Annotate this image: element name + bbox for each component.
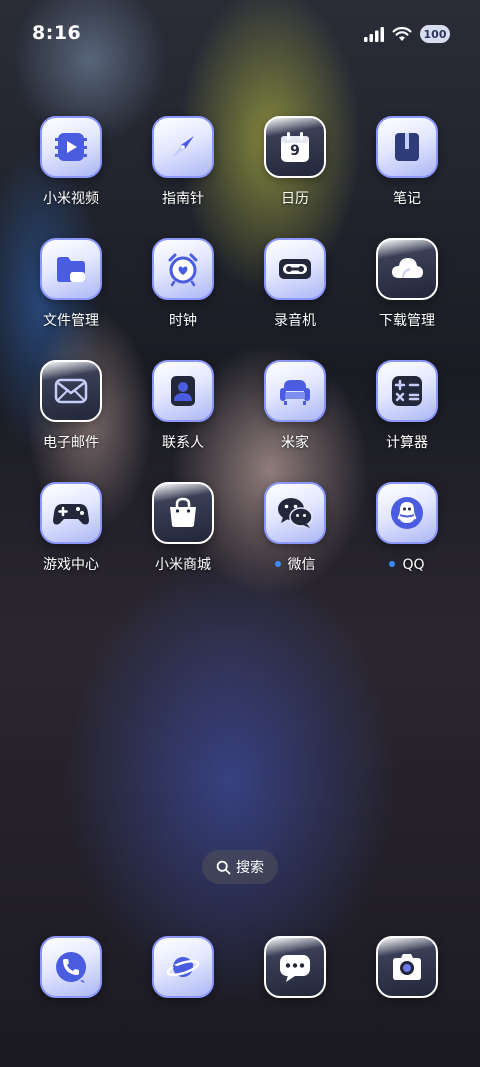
app-label: 计算器 xyxy=(386,435,428,451)
app-mijia[interactable]: 米家 xyxy=(240,360,350,452)
app-label: 联系人 xyxy=(162,435,204,451)
app-label: QQ xyxy=(352,556,462,574)
app-calendar[interactable]: 9 日历 xyxy=(240,116,350,208)
app-calculator[interactable]: 计算器 xyxy=(352,360,462,452)
app-label: 下载管理 xyxy=(379,313,435,329)
alarm-clock-icon xyxy=(152,238,214,300)
shopping-bag-icon xyxy=(152,482,214,544)
cloud-icon xyxy=(376,238,438,300)
cassette-recorder-icon xyxy=(264,238,326,300)
signal-icon xyxy=(364,26,384,42)
app-notes[interactable]: 笔记 xyxy=(352,116,462,208)
app-game-center[interactable]: 游戏中心 xyxy=(16,482,126,574)
app-mi-store[interactable]: 小米商城 xyxy=(128,482,238,574)
dock-browser[interactable] xyxy=(128,936,238,998)
app-label: 小米商城 xyxy=(155,557,211,573)
message-icon xyxy=(264,936,326,998)
app-file-manager[interactable]: 文件管理 xyxy=(16,238,126,330)
app-label: 微信 xyxy=(240,556,350,574)
app-download-manager[interactable]: 下载管理 xyxy=(352,238,462,330)
dock-messages[interactable] xyxy=(240,936,350,998)
status-icons: 100 xyxy=(364,22,450,46)
notification-dot xyxy=(389,561,396,567)
video-play-icon xyxy=(40,116,102,178)
notebook-icon xyxy=(376,116,438,178)
app-wechat[interactable]: 微信 xyxy=(240,482,350,574)
dock-phone[interactable] xyxy=(16,936,126,998)
app-label: 小米视频 xyxy=(43,191,99,207)
search-button[interactable]: 搜索 xyxy=(202,850,278,884)
app-recorder[interactable]: 录音机 xyxy=(240,238,350,330)
app-label: 电子邮件 xyxy=(43,435,99,451)
app-label: 文件管理 xyxy=(43,313,99,329)
app-compass[interactable]: 指南针 xyxy=(128,116,238,208)
app-label-text: QQ xyxy=(402,557,425,573)
planet-browser-icon xyxy=(152,936,214,998)
folder-icon xyxy=(40,238,102,300)
status-bar: 8:16 100 xyxy=(0,0,480,68)
camera-icon xyxy=(376,936,438,998)
app-email[interactable]: 电子邮件 xyxy=(16,360,126,452)
envelope-icon xyxy=(40,360,102,422)
app-contacts[interactable]: 联系人 xyxy=(128,360,238,452)
app-label: 日历 xyxy=(281,191,309,207)
battery-icon: 100 xyxy=(420,25,450,43)
app-label: 笔记 xyxy=(393,191,421,207)
search-icon xyxy=(216,860,231,875)
gamepad-icon xyxy=(40,482,102,544)
notification-dot xyxy=(274,561,281,567)
compass-icon xyxy=(152,116,214,178)
app-label-text: 微信 xyxy=(287,557,316,573)
calendar-icon: 9 xyxy=(264,116,326,178)
app-mi-video[interactable]: 小米视频 xyxy=(16,116,126,208)
app-label: 指南针 xyxy=(162,191,204,207)
wifi-icon xyxy=(392,26,412,42)
app-label: 米家 xyxy=(281,435,309,451)
app-qq[interactable]: QQ xyxy=(352,482,462,574)
app-label: 游戏中心 xyxy=(43,557,99,573)
app-label: 时钟 xyxy=(169,313,197,329)
app-label: 录音机 xyxy=(274,313,316,329)
contact-card-icon xyxy=(152,360,214,422)
wechat-icon xyxy=(264,482,326,544)
calendar-day: 9 xyxy=(290,143,300,159)
app-clock[interactable]: 时钟 xyxy=(128,238,238,330)
dock-camera[interactable] xyxy=(352,936,462,998)
qq-penguin-icon xyxy=(376,482,438,544)
phone-icon xyxy=(40,936,102,998)
sofa-icon xyxy=(264,360,326,422)
search-label: 搜索 xyxy=(236,860,264,876)
status-time: 8:16 xyxy=(32,22,82,44)
calculator-icon xyxy=(376,360,438,422)
